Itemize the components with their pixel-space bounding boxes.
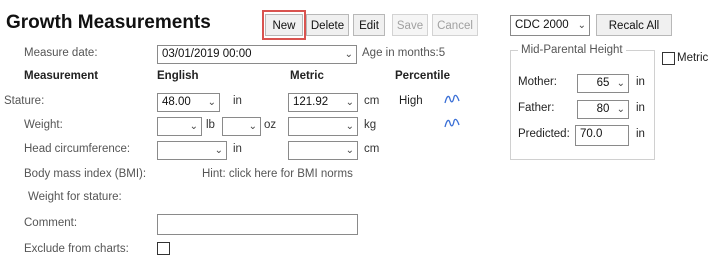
metric-checkbox-label: Metric	[677, 52, 709, 64]
weight-for-stature-label: Weight for stature:	[28, 191, 122, 203]
percentile-header: Percentile	[395, 70, 450, 82]
chevron-down-icon: ⌄	[214, 145, 223, 156]
cancel-button[interactable]: Cancel	[432, 14, 478, 36]
measure-date-value: 03/01/2019 00:00	[162, 48, 252, 60]
head-metric-unit: cm	[364, 143, 380, 155]
comment-label: Comment:	[24, 217, 78, 229]
father-label: Father:	[518, 102, 555, 114]
page-title: Growth Measurements	[6, 12, 211, 33]
predicted-height-field[interactable]: 70.0	[575, 125, 629, 146]
mother-height-field[interactable]: 65 ⌄	[577, 74, 629, 93]
growth-chart-icon[interactable]	[444, 117, 460, 132]
measurement-header: Measurement	[24, 70, 99, 82]
chevron-down-icon: ⌄	[345, 145, 354, 156]
chart-standard-value: CDC 2000	[515, 19, 569, 31]
stature-metric-value: 121.92	[293, 96, 329, 108]
mother-height-unit: in	[636, 76, 645, 88]
stature-metric-field[interactable]: 121.92 ⌄	[288, 93, 358, 112]
stature-english-unit: in	[233, 95, 242, 107]
father-height-unit: in	[636, 102, 645, 114]
new-button-highlight	[262, 10, 306, 40]
measure-date-label: Measure date:	[24, 47, 98, 59]
bmi-label: Body mass index (BMI):	[24, 168, 147, 180]
chevron-down-icon: ⌄	[207, 97, 216, 108]
growth-chart-icon[interactable]	[444, 93, 460, 108]
father-height-field[interactable]: 80 ⌄	[577, 100, 629, 119]
weight-metric-field[interactable]: ⌄	[288, 117, 358, 136]
chevron-down-icon: ⌄	[616, 78, 625, 89]
chevron-down-icon: ⌄	[248, 121, 257, 132]
stature-percentile: High	[399, 95, 423, 107]
chevron-down-icon: ⌄	[616, 104, 625, 115]
stature-english-field[interactable]: 48.00 ⌄	[157, 93, 220, 112]
predicted-label: Predicted:	[518, 128, 570, 140]
edit-button[interactable]: Edit	[353, 14, 385, 36]
head-metric-field[interactable]: ⌄	[288, 141, 358, 160]
weight-metric-unit: kg	[364, 119, 377, 131]
measure-date-field[interactable]: 03/01/2019 00:00 ⌄	[157, 45, 357, 64]
age-in-months: Age in months:5	[362, 47, 446, 59]
recalc-all-button[interactable]: Recalc All	[596, 14, 672, 36]
comment-field[interactable]	[157, 214, 358, 235]
weight-lb-unit: lb	[206, 119, 215, 131]
metric-header: Metric	[290, 70, 324, 82]
head-circumference-label: Head circumference:	[24, 143, 131, 155]
metric-checkbox[interactable]	[662, 52, 675, 65]
chevron-down-icon: ⌄	[577, 20, 586, 31]
delete-button[interactable]: Delete	[306, 14, 349, 36]
weight-lb-field[interactable]: ⌄	[157, 117, 202, 136]
stature-label: Stature:	[4, 95, 45, 107]
chevron-down-icon: ⌄	[189, 121, 198, 132]
head-english-field[interactable]: ⌄	[157, 141, 227, 160]
weight-oz-unit: oz	[264, 119, 277, 131]
english-header: English	[157, 70, 199, 82]
bmi-norms-link[interactable]: Hint: click here for BMI norms	[202, 168, 353, 180]
mother-height-value: 65	[596, 77, 610, 89]
chart-standard-select[interactable]: CDC 2000 ⌄	[510, 15, 590, 36]
weight-label: Weight:	[24, 119, 63, 131]
stature-metric-unit: cm	[364, 95, 380, 107]
head-english-unit: in	[233, 143, 242, 155]
exclude-from-charts-label: Exclude from charts:	[24, 243, 129, 255]
save-button[interactable]: Save	[392, 14, 428, 36]
father-height-value: 80	[596, 103, 610, 115]
mother-label: Mother:	[518, 76, 557, 88]
chevron-down-icon: ⌄	[344, 49, 353, 60]
chevron-down-icon: ⌄	[345, 97, 354, 108]
weight-oz-field[interactable]: ⌄	[222, 117, 261, 136]
predicted-height-unit: in	[636, 128, 645, 140]
chevron-down-icon: ⌄	[345, 121, 354, 132]
stature-english-value: 48.00	[162, 96, 191, 108]
exclude-from-charts-checkbox[interactable]	[157, 242, 170, 255]
mid-parental-legend: Mid-Parental Height	[518, 44, 626, 56]
